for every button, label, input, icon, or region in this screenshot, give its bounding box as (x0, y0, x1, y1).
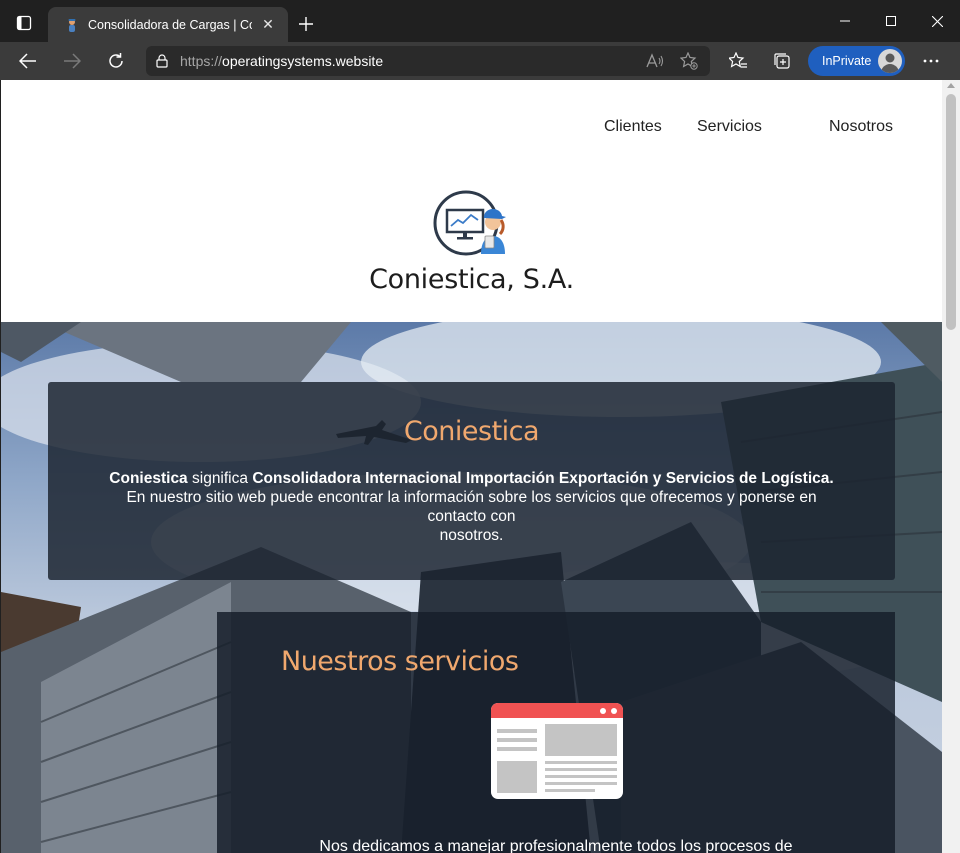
plus-icon (299, 17, 313, 31)
intro-panel: Coniestica Coniestica significa Consolid… (48, 382, 895, 580)
star-add-icon (680, 52, 698, 70)
collections-icon (774, 53, 790, 69)
browser-tab[interactable]: Consolidadora de Cargas | Coniestica ✕ (48, 7, 288, 42)
add-favorite-button[interactable] (676, 48, 702, 74)
back-arrow-icon (19, 53, 36, 69)
intro-meaning: Consolidadora Internacional Importación … (252, 470, 834, 487)
favicon-icon (68, 18, 76, 32)
nav-link-nosotros[interactable]: Nosotros (829, 118, 893, 136)
company-logo-icon (433, 190, 506, 256)
services-description: Nos dedicamos a manejar profesionalmente… (319, 838, 793, 853)
refresh-button[interactable] (100, 45, 132, 77)
tab-title: Consolidadora de Cargas | Coniestica (88, 17, 252, 32)
favorites-icon (729, 52, 747, 68)
nav-link-clientes[interactable]: Clientes (604, 118, 662, 136)
url-host: operatingsystems.website (222, 53, 384, 69)
url-scheme: https:// (180, 53, 223, 69)
hero-section: Coniestica Coniestica significa Consolid… (1, 322, 942, 853)
address-bar[interactable]: https://operatingsystems.website (146, 46, 710, 76)
scroll-up-arrow-icon[interactable] (947, 83, 955, 88)
maximize-button[interactable] (868, 0, 914, 42)
maximize-icon (886, 16, 896, 26)
collections-button[interactable] (766, 45, 798, 77)
browser-titlebar: Consolidadora de Cargas | Coniestica ✕ (0, 0, 960, 42)
url-text: https://operatingsystems.website (180, 53, 383, 69)
settings-more-button[interactable] (915, 45, 947, 77)
intro-title: Coniestica (403, 416, 540, 447)
services-title: Nuestros servicios (281, 646, 519, 677)
close-icon (931, 15, 943, 27)
refresh-icon (109, 53, 123, 68)
close-window-button[interactable] (914, 0, 960, 42)
lock-icon (156, 54, 168, 68)
intro-text: Coniestica significa Consolidadora Inter… (48, 469, 895, 545)
intro-line-2: En nuestro sitio web puede encontrar la … (126, 489, 817, 525)
inprivate-button[interactable]: InPrivate (808, 46, 905, 76)
tab-actions-button[interactable] (8, 9, 40, 37)
intro-brand-word: Coniestica (109, 470, 188, 487)
profile-avatar-icon (878, 49, 902, 73)
minimize-button[interactable] (822, 0, 868, 42)
browser-toolbar: https://operatingsystems.website InPriva… (0, 42, 960, 80)
web-page-illustration-icon (491, 703, 623, 799)
services-panel: Nuestros servicios Nos dedicamos a manej… (217, 612, 895, 853)
back-button[interactable] (12, 45, 44, 77)
intro-line-3: nosotros. (439, 527, 504, 544)
read-aloud-icon (646, 53, 664, 68)
more-dots-icon (923, 59, 939, 63)
inprivate-label: InPrivate (822, 54, 872, 68)
scrollbar-thumb[interactable] (946, 94, 956, 330)
forward-arrow-icon (64, 53, 81, 69)
tab-close-icon[interactable]: ✕ (258, 15, 278, 35)
page-scrollbar[interactable] (942, 80, 960, 853)
forward-button[interactable] (56, 45, 88, 77)
brand-name: Coniestica, S.A. (369, 264, 574, 295)
new-tab-button[interactable] (292, 10, 320, 38)
minimize-icon (840, 20, 850, 22)
favorites-button[interactable] (722, 45, 754, 77)
read-aloud-button[interactable] (642, 48, 668, 74)
tab-actions-icon (16, 15, 32, 31)
intro-meaning-prefix: significa (192, 470, 248, 487)
nav-link-servicios[interactable]: Servicios (697, 118, 762, 136)
page-viewport: Clientes Servicios Nosotros Coniestica, … (1, 80, 942, 853)
